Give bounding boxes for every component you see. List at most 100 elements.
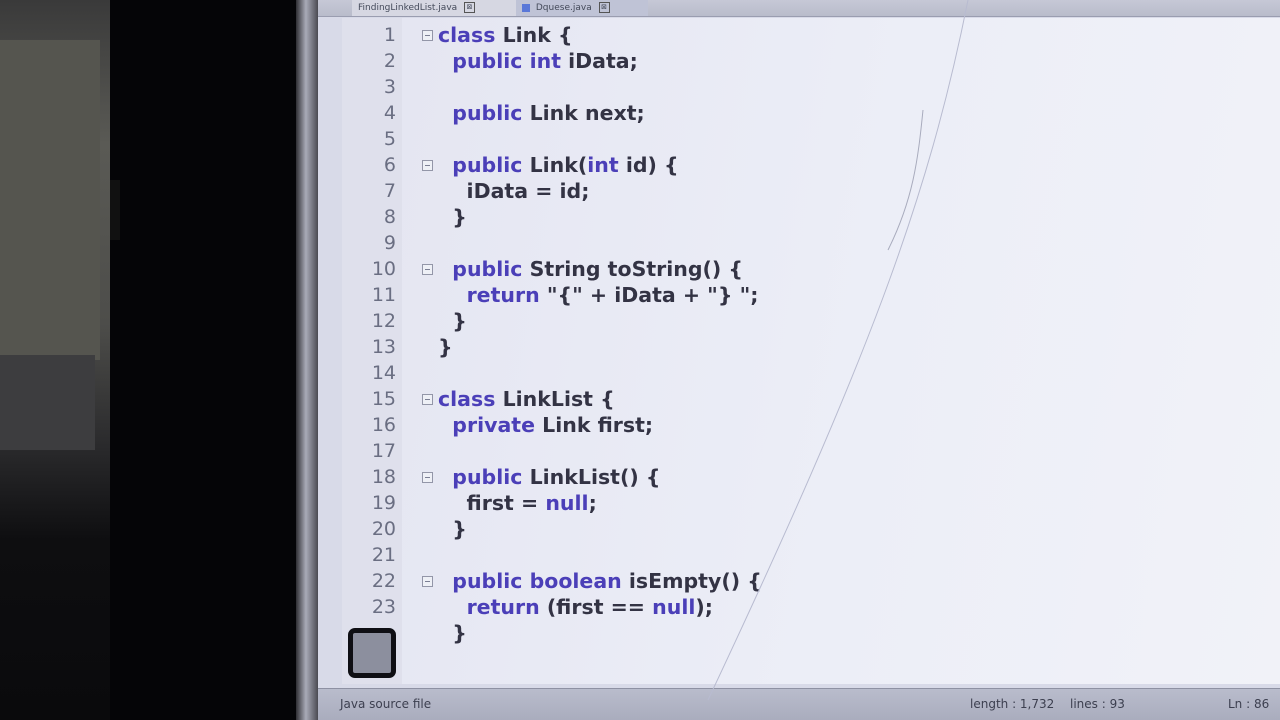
keyword-token: public bbox=[452, 465, 530, 489]
code-text: public String toString() { bbox=[438, 256, 743, 282]
line-number: 10 bbox=[371, 258, 396, 280]
code-line[interactable]: 13} bbox=[342, 334, 1280, 360]
code-text: } bbox=[438, 334, 453, 360]
code-token: Link first; bbox=[542, 413, 654, 437]
close-icon[interactable]: ⊠ bbox=[464, 2, 476, 13]
code-line[interactable]: 23 return (first == null); bbox=[342, 594, 1280, 620]
code-token: ; bbox=[588, 491, 597, 515]
code-line[interactable]: 9 bbox=[342, 230, 1280, 256]
code-line[interactable]: 21 bbox=[342, 542, 1280, 568]
fold-toggle-icon[interactable] bbox=[422, 472, 433, 483]
background-object bbox=[0, 355, 95, 450]
length-readout: length : 1,732 bbox=[970, 697, 1055, 711]
tab-dquese[interactable]: Dquese.java ⊠ bbox=[516, 0, 648, 16]
monitor-frame-edge bbox=[296, 0, 318, 720]
code-line[interactable]: 3 bbox=[342, 74, 1280, 100]
keyword-token: class bbox=[438, 387, 503, 411]
fold-toggle-icon[interactable] bbox=[422, 264, 433, 275]
line-number: 23 bbox=[371, 596, 396, 618]
code-line[interactable]: 20 } bbox=[342, 516, 1280, 542]
code-token: } bbox=[438, 205, 467, 229]
code-line[interactable]: 19 first = null; bbox=[342, 490, 1280, 516]
fold-toggle-icon[interactable] bbox=[422, 30, 433, 41]
scroll-thumb[interactable] bbox=[348, 628, 396, 678]
line-number: 4 bbox=[383, 102, 396, 124]
code-line[interactable]: 1 class Link { bbox=[342, 22, 1280, 48]
code-token: isEmpty() { bbox=[628, 569, 762, 593]
code-token: String toString() { bbox=[529, 257, 744, 281]
code-line[interactable]: 16 private Link first; bbox=[342, 412, 1280, 438]
code-text: } bbox=[438, 516, 467, 542]
lines-readout: lines : 93 bbox=[1070, 697, 1125, 711]
code-line[interactable]: 18 public LinkList() { bbox=[342, 464, 1280, 490]
keyword-token: class bbox=[438, 23, 503, 47]
code-token: } bbox=[438, 309, 467, 333]
line-number: 18 bbox=[371, 466, 396, 488]
code-line[interactable]: 2 public int iData; bbox=[342, 48, 1280, 74]
code-text: return (first == null); bbox=[438, 594, 713, 620]
keyword-token: int bbox=[587, 153, 619, 177]
code-token: Link( bbox=[529, 153, 588, 177]
code-editor[interactable]: 1 class Link {2 public int iData; 3 4 publi… bbox=[342, 18, 1280, 684]
java-file-icon bbox=[522, 3, 530, 12]
tab-findinglinkedlist[interactable]: FindingLinkedList.java ⊠ bbox=[352, 0, 524, 16]
code-token: Link next; bbox=[529, 101, 645, 125]
background-blur bbox=[0, 0, 110, 720]
code-token: } bbox=[438, 621, 467, 645]
code-token: "{" + iData + "} "; bbox=[546, 283, 759, 307]
line-number: 3 bbox=[383, 76, 396, 98]
line-number: 9 bbox=[383, 232, 396, 254]
status-bar: Java source file length : 1,732 lines : … bbox=[318, 688, 1280, 720]
keyword-token: null bbox=[652, 595, 696, 619]
line-position-readout: Ln : 86 bbox=[1228, 697, 1270, 711]
line-number: 6 bbox=[383, 154, 396, 176]
line-number: 16 bbox=[371, 414, 396, 436]
fold-toggle-icon[interactable] bbox=[422, 394, 433, 405]
keyword-token: public bbox=[452, 101, 530, 125]
code-line[interactable]: 14 bbox=[342, 360, 1280, 386]
tab-label: FindingLinkedList.java bbox=[358, 3, 458, 13]
code-text: } bbox=[438, 204, 467, 230]
code-text: return "{" + iData + "} "; bbox=[438, 282, 759, 308]
code-token: } bbox=[438, 335, 453, 359]
code-text: private Link first; bbox=[438, 412, 653, 438]
code-token: (first == bbox=[546, 595, 653, 619]
code-line[interactable]: 15 class LinkList { bbox=[342, 386, 1280, 412]
tab-label: Dquese.java bbox=[535, 3, 592, 13]
code-token: Link { bbox=[502, 23, 573, 47]
code-text: class LinkList { bbox=[438, 386, 615, 412]
code-line[interactable]: 5 bbox=[342, 126, 1280, 152]
code-token: iData = id; bbox=[438, 179, 590, 203]
code-text: public Link next; bbox=[438, 100, 645, 126]
keyword-token: public int bbox=[452, 49, 569, 73]
code-line[interactable]: 11 return "{" + iData + "} "; bbox=[342, 282, 1280, 308]
code-token: ); bbox=[695, 595, 713, 619]
background-object bbox=[0, 40, 100, 360]
code-line[interactable]: 8 } bbox=[342, 204, 1280, 230]
code-line[interactable]: 7 iData = id; bbox=[342, 178, 1280, 204]
code-text: } bbox=[438, 308, 467, 334]
line-number: 2 bbox=[383, 50, 396, 72]
line-number: 14 bbox=[371, 362, 396, 384]
code-text: class Link { bbox=[438, 22, 573, 48]
code-line[interactable]: 17 bbox=[342, 438, 1280, 464]
line-number: 19 bbox=[371, 492, 396, 514]
close-icon[interactable]: ⊠ bbox=[598, 2, 610, 13]
code-line[interactable]: 12 } bbox=[342, 308, 1280, 334]
line-number: 12 bbox=[371, 310, 396, 332]
code-line[interactable]: 6 public Link(int id) { bbox=[342, 152, 1280, 178]
fold-toggle-icon[interactable] bbox=[422, 160, 433, 171]
code-line[interactable]: 4 public Link next; bbox=[342, 100, 1280, 126]
code-line[interactable]: 10 public String toString() { bbox=[342, 256, 1280, 282]
line-number: 21 bbox=[371, 544, 396, 566]
code-text: public boolean isEmpty() { bbox=[438, 568, 762, 594]
fold-toggle-icon[interactable] bbox=[422, 576, 433, 587]
keyword-token: public bbox=[452, 153, 530, 177]
code-line[interactable]: } bbox=[342, 620, 1280, 646]
code-line[interactable]: 22 public boolean isEmpty() { bbox=[342, 568, 1280, 594]
code-token: } bbox=[438, 517, 467, 541]
